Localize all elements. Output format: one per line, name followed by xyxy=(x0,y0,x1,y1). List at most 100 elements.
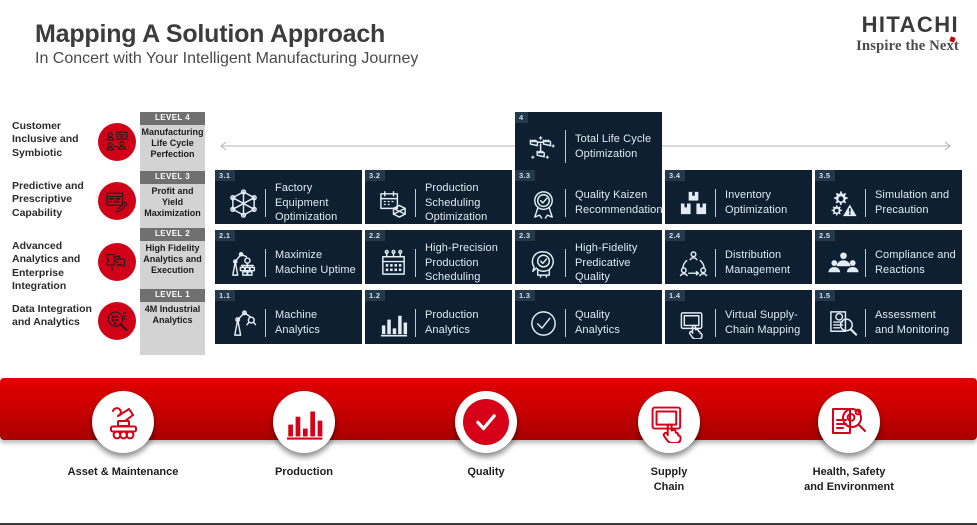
schedule-chart-pen-icon xyxy=(98,182,136,220)
card-divider xyxy=(565,309,566,337)
header: Mapping A Solution Approach In Concert w… xyxy=(0,0,977,95)
calendar-grid-icon xyxy=(373,243,413,283)
solution-card-1.2[interactable]: 1.2Production Analytics xyxy=(365,290,512,344)
level-column: LEVEL 4Manufacturing Life Cycle Perfecti… xyxy=(140,112,205,355)
card-number-badge: 2.3 xyxy=(515,230,535,241)
solution-card-3.1[interactable]: 3.1 Factory Equipment Optimization xyxy=(215,170,362,224)
card-title: High-Precision Production Scheduling xyxy=(425,241,506,284)
solution-card-1.3[interactable]: 1.3Quality Analytics xyxy=(515,290,662,344)
card-number-badge: 1.2 xyxy=(365,290,385,301)
solution-card-3.2[interactable]: 3.2Production Scheduling Optimization xyxy=(365,170,512,224)
card-number-badge: 3.4 xyxy=(665,170,685,181)
card-title: Machine Analytics xyxy=(275,308,356,337)
bar-chart-icon xyxy=(373,303,413,343)
card-number-badge: 2.5 xyxy=(815,230,835,241)
solution-card-2.1[interactable]: 2.1 Maximize Machine Uptime xyxy=(215,230,362,284)
solution-card-4[interactable]: 4 Total Life Cycle Optimization xyxy=(515,112,662,170)
puzzle-integration-icon xyxy=(98,243,136,281)
bottom-item-label: Production xyxy=(229,465,379,480)
solution-card-2.4[interactable]: 2.4Distribution Management xyxy=(665,230,812,284)
level-badge: LEVEL 3 xyxy=(140,171,205,184)
document-magnifier-icon xyxy=(823,303,863,343)
logo-tagline: Inspire the Next xyxy=(856,39,959,54)
card-title: High-Fidelity Predicative Quality xyxy=(575,241,656,284)
robot-arm-vehicle-icon xyxy=(92,391,154,453)
document-magnifier-gear-icon xyxy=(818,391,880,453)
tablet-touch-icon xyxy=(638,391,700,453)
logo-wordmark: HITACHI xyxy=(856,14,959,36)
card-number-badge: 2.2 xyxy=(365,230,385,241)
card-title: Distribution Management xyxy=(725,248,806,277)
card-divider xyxy=(565,249,566,277)
card-divider xyxy=(415,309,416,337)
bottom-item-1[interactable]: Asset & Maintenance xyxy=(48,378,198,480)
logo-tagline-text: Inspire the Next xyxy=(856,38,959,54)
robot-arm-network-icon xyxy=(223,243,263,283)
card-number-badge: 3.1 xyxy=(215,170,235,181)
boxes-inventory-icon xyxy=(673,183,713,223)
capability-label-1: Customer Inclusive and Symbiotic xyxy=(12,120,98,160)
check-circle-icon xyxy=(523,303,563,343)
card-title: Factory Equipment Optimization xyxy=(275,181,356,224)
award-check-icon xyxy=(523,183,563,223)
solution-card-1.5[interactable]: 1.5Assessment and Monitoring xyxy=(815,290,962,344)
bottom-item-2[interactable]: Production xyxy=(229,378,379,480)
solution-card-1.1[interactable]: 1.1 Machine Analytics xyxy=(215,290,362,344)
card-title: Virtual Supply-Chain Mapping xyxy=(725,308,806,337)
solution-card-2.5[interactable]: 2.5 Compliance and Reactions xyxy=(815,230,962,284)
capability-label-3: Advanced Analytics and Enterprise Integr… xyxy=(12,240,98,293)
gears-warning-icon xyxy=(823,183,863,223)
card-divider xyxy=(565,189,566,217)
solution-card-2.2[interactable]: 2.2 High-Precision Production Scheduling xyxy=(365,230,512,284)
card-divider xyxy=(865,309,866,337)
bottom-item-list: Asset & Maintenance Production Quality Supp… xyxy=(0,378,977,525)
bottom-item-label: SupplyChain xyxy=(594,465,744,495)
card-title: Maximize Machine Uptime xyxy=(275,248,356,277)
card-divider xyxy=(265,189,266,217)
level-block-4: LEVEL 4Manufacturing Life Cycle Perfecti… xyxy=(140,112,205,160)
card-divider xyxy=(865,189,866,217)
level-badge: LEVEL 4 xyxy=(140,112,205,125)
card-divider xyxy=(715,189,716,217)
card-number-badge: 3.2 xyxy=(365,170,385,181)
solution-card-3.4[interactable]: 3.4Inventory Optimization xyxy=(665,170,812,224)
card-number-badge: 3.3 xyxy=(515,170,535,181)
card-title: Compliance and Reactions xyxy=(875,248,956,277)
solution-card-3.5[interactable]: 3.5Simulation and Precaution xyxy=(815,170,962,224)
bottom-item-5[interactable]: Health, Safetyand Environment xyxy=(774,378,924,495)
tablet-touch-icon xyxy=(673,303,713,343)
card-number-badge: 3.5 xyxy=(815,170,835,181)
solution-card-3.3[interactable]: 3.3 Quality Kaizen Recommendation xyxy=(515,170,662,224)
capability-label-4: Data Integration and Analytics xyxy=(12,303,98,330)
card-divider xyxy=(565,130,566,163)
card-number-badge: 1.1 xyxy=(215,290,235,301)
quality-seal-icon xyxy=(523,243,563,283)
card-title: Quality Kaizen Recommendation xyxy=(575,188,662,217)
card-number-badge: 1.3 xyxy=(515,290,535,301)
card-number-badge: 2.1 xyxy=(215,230,235,241)
solution-card-2.3[interactable]: 2.3 High-Fidelity Predicative Quality xyxy=(515,230,662,284)
level-block-1: LEVEL 14M Industrial Analytics xyxy=(140,289,205,326)
level-name: Profit and Yield Maximization xyxy=(140,184,205,219)
connected-factories-icon xyxy=(523,127,563,167)
card-divider xyxy=(415,189,416,217)
level-name: 4M Industrial Analytics xyxy=(140,302,205,326)
card-number-badge: 1.5 xyxy=(815,290,835,301)
bottom-item-label: Asset & Maintenance xyxy=(48,465,198,480)
card-divider xyxy=(715,309,716,337)
card-divider xyxy=(865,249,866,277)
bottom-item-4[interactable]: SupplyChain xyxy=(594,378,744,495)
card-number-badge: 4 xyxy=(515,112,528,123)
robot-arm-icon xyxy=(223,303,263,343)
level-badge: LEVEL 1 xyxy=(140,289,205,302)
solution-card-1.4[interactable]: 1.4 Virtual Supply-Chain Mapping xyxy=(665,290,812,344)
bottom-item-3[interactable]: Quality xyxy=(411,378,561,480)
card-number-badge: 1.4 xyxy=(665,290,685,301)
bottom-item-label: Quality xyxy=(411,465,561,480)
people-group-icon xyxy=(823,243,863,283)
level-block-3: LEVEL 3Profit and Yield Maximization xyxy=(140,171,205,219)
card-title: Total Life Cycle Optimization xyxy=(575,132,656,161)
distribution-nodes-icon xyxy=(673,243,713,283)
bottom-item-circle xyxy=(455,391,517,453)
card-divider xyxy=(265,249,266,277)
